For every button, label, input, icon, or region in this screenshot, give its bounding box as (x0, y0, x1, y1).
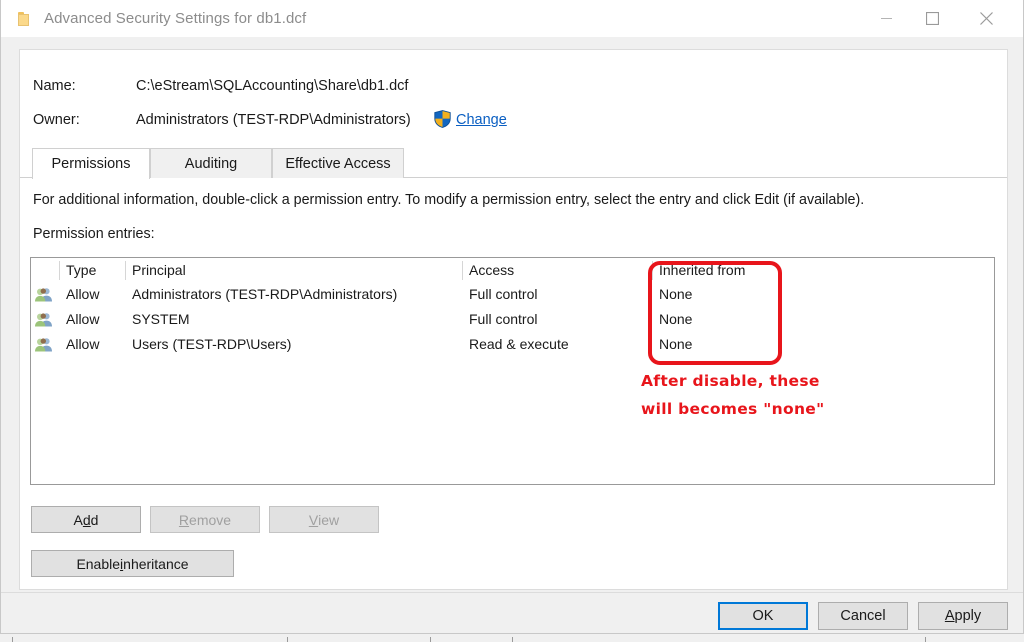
remove-button-label-post: emove (189, 511, 232, 528)
tab-effective-access-label: Effective Access (285, 155, 391, 172)
view-button-label-post: iew (318, 511, 340, 528)
column-header-inherited-from[interactable]: Inherited from (659, 262, 745, 278)
name-label: Name: (33, 78, 76, 94)
table-row[interactable]: Allow Users (TEST-RDP\Users) Read & exec… (31, 333, 994, 358)
view-button[interactable]: View (269, 506, 379, 533)
remove-button-accel: R (178, 511, 190, 528)
background-window-sliver (0, 633, 1024, 642)
add-button-accel: d (82, 511, 91, 528)
apply-button-label-post: pply (954, 608, 982, 624)
tab-auditing[interactable]: Auditing (150, 148, 272, 178)
close-icon[interactable] (963, 0, 1009, 37)
permission-entries-list[interactable]: Type Principal Access Inherited from All… (30, 257, 995, 485)
enable-inheritance-button[interactable]: Enable i nheritance (31, 550, 234, 577)
advanced-security-settings-dialog: Advanced Security Settings for db1.dcf N… (0, 0, 1024, 634)
apply-button[interactable]: Apply (918, 602, 1008, 630)
folder-icon (18, 11, 33, 26)
uac-shield-icon (434, 110, 451, 128)
cell-type: Allow (66, 336, 100, 352)
cell-inherited-from: None (659, 286, 693, 302)
annotation-note-line-2: will becomes "none" (641, 400, 825, 418)
group-icon (35, 338, 52, 352)
cell-access: Full control (469, 286, 538, 302)
owner-value: Administrators (TEST-RDP\Administrators) (136, 112, 411, 128)
add-button[interactable]: Add (31, 506, 141, 533)
content-panel: Name: C:\eStream\SQLAccounting\Share\db1… (19, 49, 1008, 590)
cancel-button-label: Cancel (840, 608, 886, 624)
cell-access: Full control (469, 311, 538, 327)
cell-inherited-from: None (659, 336, 693, 352)
column-header-type[interactable]: Type (66, 262, 96, 278)
apply-button-accel: A (944, 608, 955, 624)
add-button-label-pre: A (73, 511, 83, 528)
enable-inheritance-label-pre: Enable (76, 555, 121, 572)
table-row[interactable]: Allow Administrators (TEST-RDP\Administr… (31, 283, 994, 308)
group-icon (35, 288, 52, 302)
name-value: C:\eStream\SQLAccounting\Share\db1.dcf (136, 78, 409, 94)
cancel-button[interactable]: Cancel (818, 602, 908, 630)
enable-inheritance-label-post: nheritance (123, 555, 189, 572)
tab-effective-access[interactable]: Effective Access (272, 148, 404, 178)
cell-principal: SYSTEM (132, 311, 190, 327)
remove-button[interactable]: Remove (150, 506, 260, 533)
cell-type: Allow (66, 286, 100, 302)
change-owner-link[interactable]: Change (456, 112, 507, 128)
annotation-note-line-1: After disable, these (641, 372, 820, 390)
description-text: For additional information, double-click… (33, 192, 865, 208)
group-icon (35, 313, 52, 327)
cell-type: Allow (66, 311, 100, 327)
maximize-icon[interactable] (909, 0, 955, 37)
add-button-label-post: d (90, 511, 99, 528)
column-header-principal[interactable]: Principal (132, 262, 186, 278)
owner-label: Owner: (33, 112, 80, 128)
column-header-access[interactable]: Access (469, 262, 514, 278)
title-bar[interactable]: Advanced Security Settings for db1.dcf (1, 0, 1023, 37)
permission-entries-label: Permission entries: (33, 226, 155, 242)
ok-button-label: OK (752, 608, 774, 624)
tab-permissions[interactable]: Permissions (32, 148, 150, 179)
tab-strip: Permissions Auditing Effective Access (20, 148, 1007, 179)
table-row[interactable]: Allow SYSTEM Full control None (31, 308, 994, 333)
command-bar: OK Cancel Apply (1, 592, 1023, 633)
minimize-icon[interactable] (863, 0, 909, 37)
cell-principal: Users (TEST-RDP\Users) (132, 336, 292, 352)
cell-access: Read & execute (469, 336, 569, 352)
view-button-accel: V (308, 511, 319, 528)
ok-button[interactable]: OK (718, 602, 808, 630)
tab-auditing-label: Auditing (184, 155, 238, 172)
tab-permissions-label: Permissions (51, 156, 131, 172)
table-header-row: Type Principal Access Inherited from (31, 258, 994, 283)
cell-principal: Administrators (TEST-RDP\Administrators) (132, 286, 398, 302)
window-title: Advanced Security Settings for db1.dcf (44, 10, 307, 27)
cell-inherited-from: None (659, 311, 693, 327)
